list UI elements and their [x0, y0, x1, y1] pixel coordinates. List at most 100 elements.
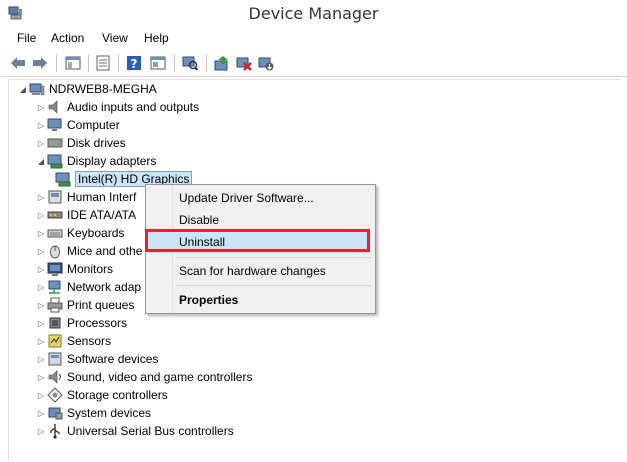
- tree-category-item[interactable]: ▷ Mice and othe: [35, 242, 142, 260]
- display-adapter-icon: [55, 171, 71, 187]
- show-hide-tree-icon[interactable]: [63, 53, 83, 73]
- tree-item-label: Computer: [67, 118, 120, 132]
- tree-item-label: Network adap: [67, 280, 142, 294]
- tree-category-item[interactable]: ▷ Storage controllers: [35, 386, 168, 404]
- enable-device-icon[interactable]: [256, 53, 276, 73]
- update-driver-icon[interactable]: [212, 53, 232, 73]
- tree-category-item[interactable]: ▷ Computer: [35, 116, 120, 134]
- menu-properties[interactable]: Properties: [148, 289, 371, 311]
- menu-update-driver-software[interactable]: Update Driver Software...: [148, 187, 371, 209]
- tree-item-label: Mice and othe: [67, 244, 143, 258]
- tree-item-label: Software devices: [67, 352, 159, 366]
- forward-arrow-icon[interactable]: [30, 53, 50, 73]
- tree-item-label: Audio inputs and outputs: [67, 100, 200, 114]
- computer-icon: [29, 81, 45, 97]
- tree-category-item[interactable]: ▷ Monitors: [35, 260, 113, 278]
- tree-item-label: Human Interf: [67, 190, 137, 204]
- expand-arrow-icon[interactable]: ▷: [35, 224, 47, 242]
- system-icon: [47, 405, 63, 421]
- collapse-arrow-icon[interactable]: ◢: [17, 80, 29, 98]
- expand-arrow-icon[interactable]: ▷: [35, 278, 47, 296]
- expand-arrow-icon[interactable]: ▷: [35, 332, 47, 350]
- tree-item-label: Sensors: [67, 334, 112, 348]
- expand-arrow-icon[interactable]: ▷: [35, 314, 47, 332]
- expand-arrow-icon[interactable]: ▷: [35, 296, 47, 314]
- view-icon[interactable]: [148, 53, 168, 73]
- tree-item-label: Processors: [67, 316, 128, 330]
- uninstall-icon[interactable]: [234, 53, 254, 73]
- expand-arrow-icon[interactable]: ▷: [35, 386, 47, 404]
- expand-arrow-icon[interactable]: ▷: [35, 206, 47, 224]
- tree-item-label: Display adapters: [67, 154, 157, 168]
- tree-category-item[interactable]: ▷ IDE ATA/ATA: [35, 206, 136, 224]
- expand-arrow-icon[interactable]: ▷: [35, 188, 47, 206]
- keyboard-icon: [47, 225, 63, 241]
- network-icon: [47, 279, 63, 295]
- menu-bar: File Action View Help: [0, 28, 627, 50]
- expand-arrow-icon[interactable]: ▷: [35, 422, 47, 440]
- tree-category-item[interactable]: ▷ Human Interf: [35, 188, 136, 206]
- expand-arrow-icon[interactable]: ▷: [35, 260, 47, 278]
- tree-item-label: Sound, video and game controllers: [67, 370, 253, 384]
- tree-root-label: NDRWEB8-MEGHA: [49, 82, 157, 96]
- tree-item-label: Disk drives: [67, 136, 126, 150]
- sensor-icon: [47, 333, 63, 349]
- sound-icon: [47, 369, 63, 385]
- tree-category-item[interactable]: ▷ Sound, video and game controllers: [35, 368, 253, 386]
- processor-icon: [47, 315, 63, 331]
- toolbar: ?: [0, 50, 627, 77]
- tree-category-item[interactable]: ◢ Display adapters: [35, 152, 156, 170]
- printer-icon: [47, 297, 63, 313]
- tree-item-label: System devices: [67, 406, 152, 420]
- window-title: Device Manager: [248, 4, 379, 23]
- speaker-icon: [47, 99, 63, 115]
- storage-icon: [47, 387, 63, 403]
- tree-root[interactable]: ◢ NDRWEB8-MEGHA: [17, 80, 157, 98]
- back-arrow-icon[interactable]: [8, 53, 28, 73]
- svg-text:?: ?: [131, 57, 138, 71]
- expand-arrow-icon[interactable]: ▷: [35, 98, 47, 116]
- properties-icon[interactable]: [93, 53, 113, 73]
- tree-item-label: Universal Serial Bus controllers: [67, 424, 234, 438]
- annotation-highlight-box: [145, 229, 370, 252]
- tree-item-label: Keyboards: [67, 226, 125, 240]
- expand-arrow-icon[interactable]: ▷: [35, 368, 47, 386]
- display-adapter-icon: [47, 153, 63, 169]
- menu-help[interactable]: Help: [143, 31, 170, 45]
- ide-icon: [47, 207, 63, 223]
- tree-category-item[interactable]: ▷ Software devices: [35, 350, 158, 368]
- menu-file[interactable]: File: [16, 31, 37, 45]
- disk-icon: [47, 135, 63, 151]
- tree-category-item[interactable]: ▷ Network adap: [35, 278, 141, 296]
- tree-category-item[interactable]: ▷ System devices: [35, 404, 151, 422]
- software-icon: [47, 351, 63, 367]
- expand-arrow-icon[interactable]: ▷: [35, 242, 47, 260]
- usb-icon: [47, 423, 63, 439]
- expand-arrow-icon[interactable]: ▷: [35, 116, 47, 134]
- expand-arrow-icon[interactable]: ▷: [35, 404, 47, 422]
- tree-item-label: IDE ATA/ATA: [67, 208, 137, 222]
- tree-category-item[interactable]: ▷ Print queues: [35, 296, 134, 314]
- tree-category-item[interactable]: ▷ Sensors: [35, 332, 111, 350]
- tree-category-item[interactable]: ▷ Universal Serial Bus controllers: [35, 422, 234, 440]
- title-bar: Device Manager: [0, 0, 627, 27]
- monitor-icon: [47, 261, 63, 277]
- menu-view[interactable]: View: [101, 31, 129, 45]
- tree-item-label: Monitors: [67, 262, 114, 276]
- expand-arrow-icon[interactable]: ▷: [35, 350, 47, 368]
- menu-scan-hardware-changes[interactable]: Scan for hardware changes: [148, 260, 371, 282]
- tree-category-item[interactable]: ▷ Keyboards: [35, 224, 124, 242]
- tree-category-item[interactable]: ▷ Disk drives: [35, 134, 126, 152]
- help-icon[interactable]: ?: [124, 53, 144, 73]
- collapse-arrow-icon[interactable]: ◢: [35, 152, 47, 170]
- scan-hardware-icon[interactable]: [180, 53, 200, 73]
- expand-arrow-icon[interactable]: ▷: [35, 134, 47, 152]
- tree-item-label: Print queues: [67, 298, 135, 312]
- menu-action[interactable]: Action: [50, 31, 85, 45]
- menu-disable[interactable]: Disable: [148, 209, 371, 231]
- tree-item-label: Storage controllers: [67, 388, 168, 402]
- mouse-icon: [47, 243, 63, 259]
- tree-category-item[interactable]: ▷ Processors: [35, 314, 127, 332]
- tree-category-item[interactable]: ▷ Audio inputs and outputs: [35, 98, 199, 116]
- hid-icon: [47, 189, 63, 205]
